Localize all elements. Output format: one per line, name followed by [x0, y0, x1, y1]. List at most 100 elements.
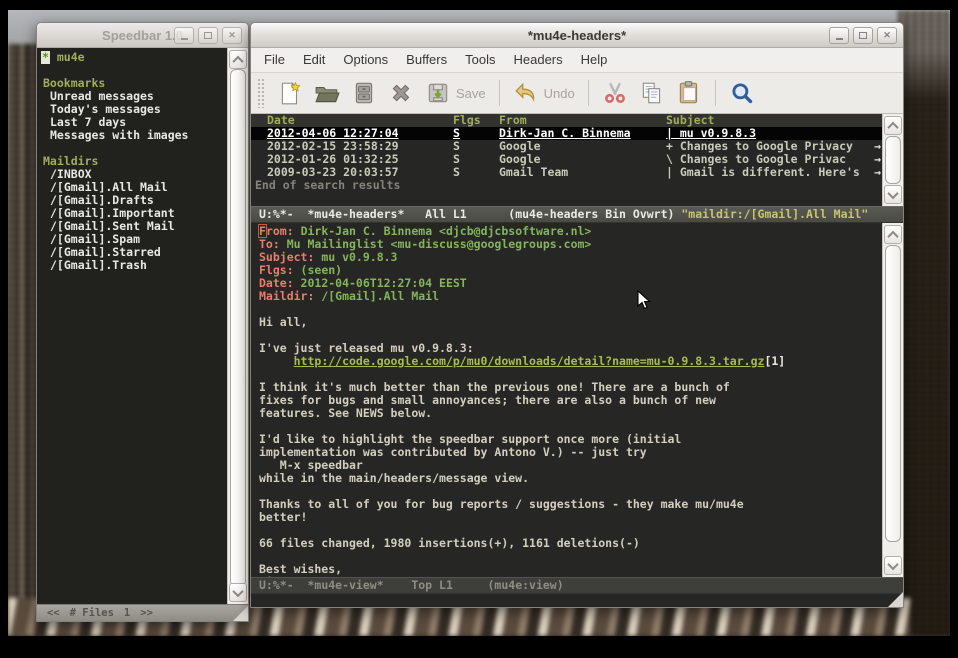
maximize-button[interactable] [853, 27, 873, 44]
menu-item-file[interactable]: File [255, 48, 294, 72]
copy-icon[interactable] [639, 80, 665, 106]
header-from: Gmail Team [499, 166, 666, 179]
body-line: 66 files changed, 1980 insertions(+), 11… [259, 537, 882, 550]
scroll-down-button[interactable] [229, 583, 247, 602]
undo-label: Undo [544, 86, 575, 101]
modeline-flags: U:%*- [259, 579, 307, 592]
body-line: while in the main/headers/message view. [259, 472, 882, 485]
minimize-button[interactable] [174, 27, 194, 44]
menu-item-headers[interactable]: Headers [504, 48, 571, 72]
message-view-text: From: Dirk-Jan C. Binnema <djcb@djcbsoft… [251, 223, 882, 577]
window-titlebar[interactable]: *mu4e-headers* ✕ [251, 23, 903, 48]
scrollbar-thumb[interactable] [885, 245, 901, 542]
scroll-up-button[interactable] [884, 116, 902, 135]
headers-pane: Date Flgs From Subject 2012-04-06 12:27:… [251, 114, 903, 206]
body-line: better! [259, 511, 882, 524]
speedbar-item[interactable]: /[Gmail].Trash [43, 259, 227, 272]
speedbar-window: Speedbar 1.0 ✕ * mu4e BookmarksUnread me… [36, 22, 249, 622]
paste-icon[interactable] [676, 80, 702, 106]
menu-item-edit[interactable]: Edit [294, 48, 334, 72]
minimize-button[interactable] [829, 27, 849, 44]
cut-icon[interactable] [602, 80, 628, 106]
menu-item-buffers[interactable]: Buffers [397, 48, 456, 72]
speedbar-files-label: # Files [70, 607, 114, 619]
mouse-cursor [637, 290, 651, 310]
view-scrollbar[interactable] [882, 223, 903, 577]
scroll-down-button[interactable] [884, 556, 902, 575]
field-label: To: [259, 237, 280, 251]
close-icon: ✕ [228, 31, 236, 40]
speedbar-forward-button[interactable]: >> [140, 607, 153, 619]
close-buffer-icon[interactable] [388, 80, 414, 106]
field-value: mu v0.9.8.3 [314, 250, 397, 264]
save-label: Save [456, 86, 486, 101]
save-icon[interactable] [425, 80, 451, 106]
headers-rows: 2012-04-06 12:27:04SDirk-Jan C. Binnema|… [251, 127, 882, 179]
view-modeline: U:%*- *mu4e-view* Top L1 (mu4e:view) [251, 577, 903, 594]
scroll-down-button[interactable] [884, 185, 902, 204]
wallpaper-buildings-right [898, 10, 950, 636]
modeline-modes: (mu4e-headers Bin Ovwrt) [508, 208, 681, 221]
speedbar-scrollbar[interactable] [227, 48, 248, 604]
toolbar-separator [499, 80, 500, 106]
headers-text: Date Flgs From Subject 2012-04-06 12:27:… [251, 114, 882, 206]
close-icon: ✕ [883, 31, 891, 40]
body-line: Thanks to all of you for bug reports / s… [259, 498, 882, 511]
modeline-flags: U:%*- [259, 208, 307, 221]
end-of-results: End of search results [251, 179, 882, 192]
truncation-arrow-icon: → [874, 166, 882, 179]
body-line [259, 550, 882, 563]
resize-grip[interactable] [888, 592, 903, 607]
file-cabinet-icon[interactable] [351, 80, 377, 106]
maximize-button[interactable] [198, 27, 218, 44]
header-flags: S [453, 166, 499, 179]
scroll-up-button[interactable] [884, 225, 902, 244]
modeline-position: All L1 [404, 208, 508, 221]
menu-item-options[interactable]: Options [334, 48, 397, 72]
body-line: Best wishes, [259, 563, 882, 576]
header-subject: | Gmail is different. Here's→ [666, 166, 882, 179]
speedbar-item[interactable]: Messages with images [43, 129, 227, 142]
chevron-up-icon [232, 55, 243, 66]
chevron-down-icon [887, 187, 898, 198]
menu-item-help[interactable]: Help [572, 48, 617, 72]
message-view-pane: From: Dirk-Jan C. Binnema <djcb@djcbsoft… [251, 223, 903, 577]
toolbar-separator [588, 80, 589, 106]
modeline-buffer-name: *mu4e-view* [307, 579, 383, 592]
modeline-search-query: "maildir:/[Gmail].All Mail" [681, 208, 868, 221]
toolbar: Save Undo [251, 73, 903, 114]
speedbar-root-item[interactable]: * mu4e [43, 51, 227, 64]
toolbar-drag-handle[interactable] [257, 78, 264, 108]
field-label: Date: [259, 276, 294, 290]
speedbar-back-button[interactable]: << [47, 607, 60, 619]
echo-area[interactable] [251, 594, 903, 607]
body-line: features. See NEWS below. [259, 407, 882, 420]
body-line: Hi all, [259, 316, 882, 329]
field-value: Mu Mailinglist <mu-discuss@googlegroups.… [280, 237, 592, 251]
speedbar-titlebar[interactable]: Speedbar 1.0 ✕ [37, 23, 248, 48]
chevron-down-icon [887, 558, 898, 569]
resize-grip[interactable] [233, 606, 248, 621]
message-link[interactable]: http://code.google.com/p/mu0/downloads/d… [294, 354, 765, 368]
speedbar-files-count: 1 [124, 607, 130, 619]
speedbar-statusbar: << # Files 1 >> [37, 604, 248, 621]
scrollbar-thumb[interactable] [885, 136, 901, 184]
minimize-icon [836, 38, 843, 40]
menu-item-tools[interactable]: Tools [456, 48, 504, 72]
maximize-icon [859, 32, 867, 39]
field-value: 2012-04-06T12:27:04 EEST [294, 276, 467, 290]
speedbar-content: * mu4e BookmarksUnread messagesToday's m… [37, 48, 227, 604]
close-button[interactable]: ✕ [877, 27, 897, 44]
message-field: Maildir: /[Gmail].All Mail [259, 290, 882, 303]
new-file-icon[interactable] [277, 80, 303, 106]
footnote-ref: [1] [764, 354, 785, 368]
headers-scrollbar[interactable] [882, 114, 903, 206]
undo-icon[interactable] [513, 80, 539, 106]
scrollbar-thumb[interactable] [230, 69, 246, 587]
scroll-up-button[interactable] [229, 50, 247, 69]
emacs-window: *mu4e-headers* ✕ FileEditOptionsBuffersT… [250, 22, 904, 608]
field-label: Maildir: [259, 289, 314, 303]
open-folder-icon[interactable] [314, 80, 340, 106]
close-button[interactable]: ✕ [222, 27, 242, 44]
search-icon[interactable] [729, 80, 755, 106]
